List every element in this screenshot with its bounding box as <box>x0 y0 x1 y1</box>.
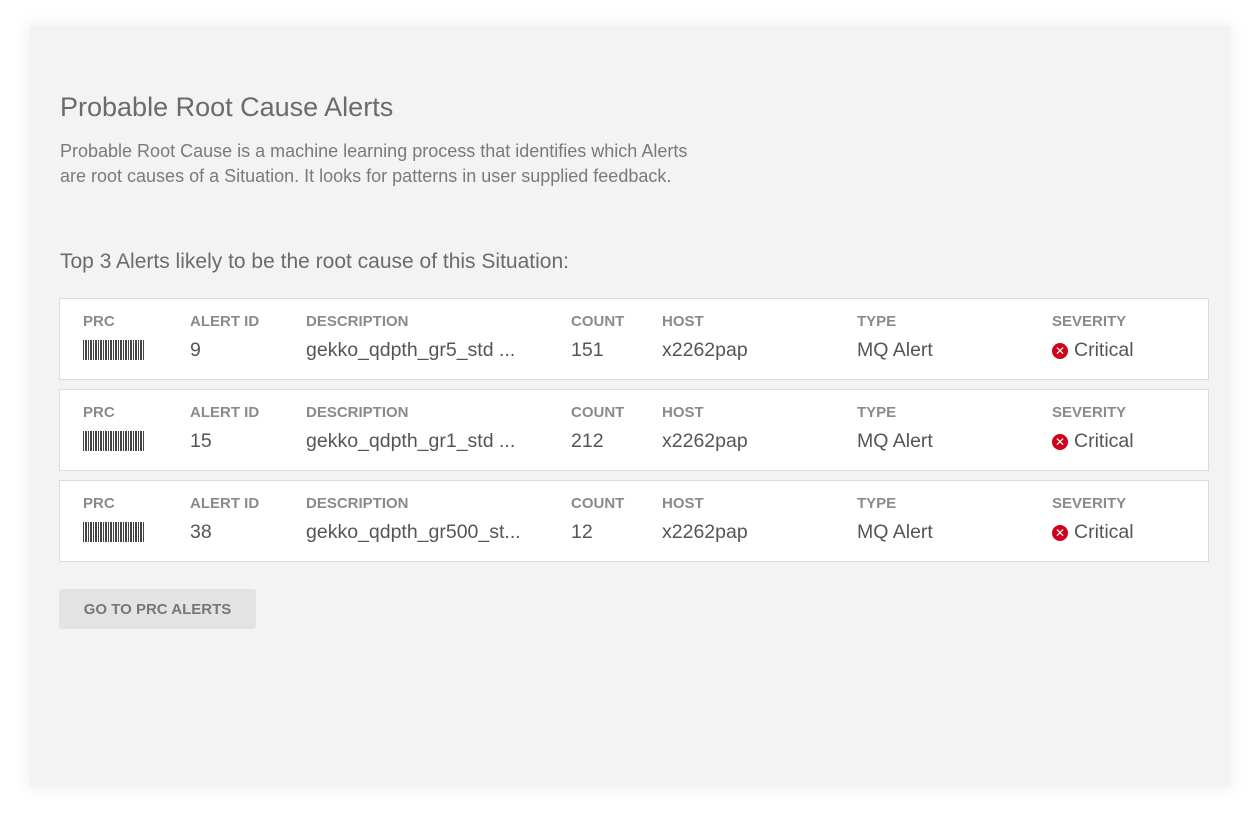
count-header: COUNT <box>571 495 625 512</box>
alert-row[interactable]: PRC ALERT ID 9 DESCRIPTION gekko_qdpth_g… <box>59 298 1209 380</box>
type-value: MQ Alert <box>857 521 933 543</box>
alert-id-value: 9 <box>190 339 201 361</box>
page-title: Probable Root Cause Alerts <box>60 92 394 122</box>
host-header: HOST <box>662 404 704 421</box>
description-value: gekko_qdpth_gr500_st... <box>306 521 521 543</box>
description-header: DESCRIPTION <box>306 404 409 421</box>
type-header: TYPE <box>857 404 897 421</box>
count-header: COUNT <box>571 313 625 330</box>
severity-label: Critical <box>1074 521 1134 543</box>
prc-panel: Probable Root Cause Alerts Probable Root… <box>30 26 1230 786</box>
critical-icon: ✕ <box>1052 433 1068 450</box>
description-value: gekko_qdpth_gr1_std ... <box>306 430 516 452</box>
host-value: x2262pap <box>662 430 748 452</box>
alert-id-value: 38 <box>190 521 212 543</box>
prc-header: PRC <box>83 495 115 512</box>
go-to-prc-alerts-button[interactable]: GO TO PRC ALERTS <box>59 589 256 629</box>
type-header: TYPE <box>857 313 897 330</box>
severity-header: SEVERITY <box>1052 313 1127 330</box>
count-value: 151 <box>571 339 604 361</box>
host-header: HOST <box>662 313 704 330</box>
barcode-icon <box>83 522 145 542</box>
prc-header: PRC <box>83 404 115 421</box>
host-value: x2262pap <box>662 521 748 543</box>
host-header: HOST <box>662 495 704 512</box>
intro-text: Probable Root Cause is a machine learnin… <box>60 141 688 186</box>
type-value: MQ Alert <box>857 430 933 452</box>
severity-value: ✕ Critical <box>1052 521 1134 544</box>
severity-label: Critical <box>1074 430 1134 452</box>
prc-header: PRC <box>83 313 115 330</box>
critical-icon: ✕ <box>1052 342 1068 359</box>
barcode-icon <box>83 340 145 360</box>
alert-id-header: ALERT ID <box>190 313 260 330</box>
type-value: MQ Alert <box>857 339 933 361</box>
critical-icon: ✕ <box>1052 524 1068 541</box>
alert-list: PRC ALERT ID 9 DESCRIPTION gekko_qdpth_g… <box>59 298 1209 571</box>
alert-id-value: 15 <box>190 430 212 452</box>
host-value: x2262pap <box>662 339 748 361</box>
description-value: gekko_qdpth_gr5_std ... <box>306 339 516 361</box>
alert-id-header: ALERT ID <box>190 404 260 421</box>
count-value: 12 <box>571 521 593 543</box>
count-header: COUNT <box>571 404 625 421</box>
count-value: 212 <box>571 430 604 452</box>
section-subheading: Top 3 Alerts likely to be the root cause… <box>60 250 569 273</box>
description-header: DESCRIPTION <box>306 313 409 330</box>
alert-id-header: ALERT ID <box>190 495 260 512</box>
severity-header: SEVERITY <box>1052 404 1127 421</box>
severity-value: ✕ Critical <box>1052 430 1134 453</box>
type-header: TYPE <box>857 495 897 512</box>
alert-row[interactable]: PRC ALERT ID 38 DESCRIPTION gekko_qdpth_… <box>59 480 1209 562</box>
alert-row[interactable]: PRC ALERT ID 15 DESCRIPTION gekko_qdpth_… <box>59 389 1209 471</box>
severity-header: SEVERITY <box>1052 495 1127 512</box>
description-header: DESCRIPTION <box>306 495 409 512</box>
barcode-icon <box>83 431 145 451</box>
severity-value: ✕ Critical <box>1052 339 1134 362</box>
severity-label: Critical <box>1074 339 1134 361</box>
